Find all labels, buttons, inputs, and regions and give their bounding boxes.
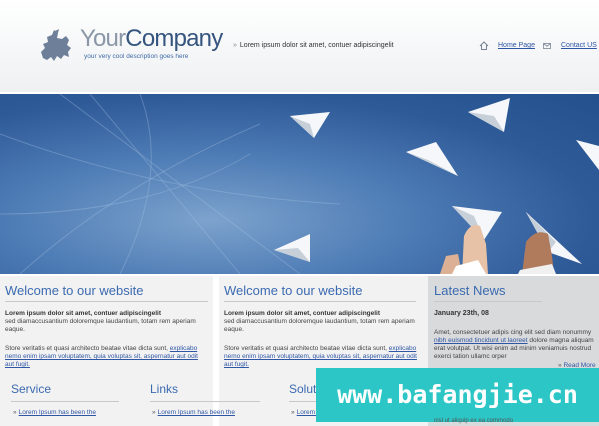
news-body-line2: nibh euismod tincidunt ut laoreet dolore…: [434, 337, 594, 344]
col1-p1-line1: sed diamaccusantium doloremque laudantiu…: [5, 318, 196, 325]
bullet-icon: »: [13, 409, 17, 416]
news-body-line4: exerci tation ullamc orper: [434, 353, 507, 360]
mail-icon[interactable]: [543, 43, 551, 49]
logo-your: Your: [80, 25, 126, 52]
col2-p2-line1: Store veritatis et quasi architecto beat…: [224, 345, 416, 353]
col1-divider: [5, 301, 208, 302]
col2-divider: [224, 301, 416, 302]
header: YourCompany your very cool description g…: [0, 0, 599, 92]
paper-plane-4-icon: [576, 140, 599, 170]
col2-bold: Lorem ipsum dolor sit amet, contuer adip…: [224, 310, 381, 317]
bullet-icon: »: [152, 409, 156, 416]
news-link[interactable]: nibh euismod tincidunt ut laoreet: [434, 337, 528, 344]
col1-p2-link-line3[interactable]: aut fugit.: [5, 361, 30, 368]
nav-contact-link[interactable]: Contact US: [561, 42, 597, 49]
links-list-item[interactable]: » Lorem Ipsum has been the: [152, 409, 235, 416]
logo[interactable]: YourCompany: [80, 25, 223, 53]
service-divider: [11, 401, 119, 402]
service-title: Service: [11, 382, 52, 396]
col2-p2-link-line2[interactable]: nemo enim ipsam voluptatem, quia volupta…: [224, 353, 417, 360]
col2-p1-line2: eaque.: [224, 326, 244, 333]
col2-p2-lead: Store veritatis et quasi architecto beat…: [224, 345, 387, 352]
tagline: your very cool description goes here: [84, 53, 189, 60]
hero-banner-art: [0, 94, 599, 274]
raised-hands: [440, 225, 556, 274]
col2-title: Welcome to our website: [224, 283, 363, 298]
links-divider: [150, 401, 260, 402]
links-title: Links: [150, 382, 179, 396]
paper-plane-3-icon: [406, 142, 458, 176]
paper-plane-1-icon: [290, 112, 330, 138]
col1-explicabo-link[interactable]: explicabo: [170, 345, 197, 352]
logo-company: Company: [125, 25, 223, 52]
news-divider: [434, 301, 542, 302]
col2-explicabo-link[interactable]: explicabo: [389, 345, 416, 352]
col1-p2-line3: aut fugit.: [5, 361, 30, 369]
news-overlay-text: nisl ut aliquip ex ea commodo: [434, 418, 514, 424]
col2-p2-line2: nemo enim ipsam voluptatem, quia volupta…: [224, 353, 417, 361]
col1-p2-link-line2[interactable]: nemo enim ipsam voluptatem, quia volupta…: [5, 353, 198, 360]
bullet-icon: »: [233, 42, 237, 49]
hero-banner: [0, 94, 599, 274]
watermark-text: www.bafangjie.cn: [337, 380, 578, 409]
col1-title: Welcome to our website: [5, 283, 144, 298]
paper-plane-2-icon: [468, 98, 510, 132]
news-title: Latest News: [434, 283, 506, 298]
news-body: Amet, consectetuer adipis cing elit sed …: [434, 329, 594, 361]
service-list-item[interactable]: » Lorem Ipsum has been the: [13, 409, 96, 416]
col1-p2-line2: nemo enim ipsam voluptatem, quia volupta…: [5, 353, 198, 361]
news-body-line3: erat volutpat. Ut wisi enim ad minim ven…: [434, 345, 592, 352]
col2-p2-line3: aut fugit.: [224, 361, 249, 369]
europe-map-icon: [41, 29, 71, 61]
col1-p2-lead: Store veritatis et quasi architecto beat…: [5, 345, 168, 352]
service-item-link[interactable]: Lorem Ipsum has been the: [19, 409, 96, 416]
bullet-icon: »: [291, 409, 295, 416]
watermark: www.bafangjie.cn: [316, 368, 599, 422]
col1-p1-line2: eaque.: [5, 326, 25, 333]
nav-home-link[interactable]: Home Page: [498, 42, 535, 49]
header-text: » Lorem ipsum dolor sit amet, contuer adi…: [233, 42, 394, 49]
news-body-line1: Amet, consectetuer adipis cing elit sed …: [434, 329, 592, 336]
header-text-label: Lorem ipsum dolor sit amet, contuer adip…: [239, 42, 394, 49]
col2-p1-line1: sed diamaccusantium doloremque laudantiu…: [224, 318, 415, 325]
col2-p2-link-line3[interactable]: aut fugit.: [224, 361, 249, 368]
news-date: January 23th, 08: [434, 310, 489, 317]
home-icon[interactable]: [479, 41, 489, 50]
paper-plane-5-icon: [274, 234, 310, 262]
col1-bold: Lorem ipsum dolor sit amet, contuer adip…: [5, 310, 162, 317]
links-item-link[interactable]: Lorem Ipsum has been the: [158, 409, 235, 416]
col1-p2-line1: Store veritatis et quasi architecto beat…: [5, 345, 197, 353]
